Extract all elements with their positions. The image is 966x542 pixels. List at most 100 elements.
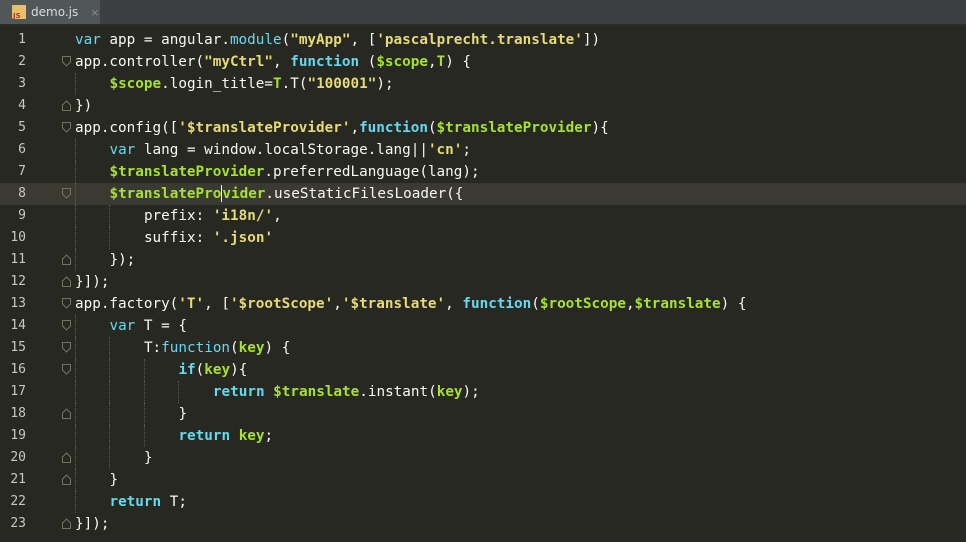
code-line[interactable]: 17 return $translate.instant(key); xyxy=(0,381,966,403)
fold-open-icon[interactable] xyxy=(62,342,71,353)
fold-open-icon[interactable] xyxy=(62,298,71,309)
indent-guide xyxy=(75,337,76,359)
code-line[interactable]: 5 app.config(['$translateProvider',functi… xyxy=(0,117,966,139)
code-token: ; xyxy=(264,428,274,444)
code-line[interactable]: 9 prefix: 'i18n/', xyxy=(0,205,966,227)
code-text: app.factory('T', ['$rootScope','$transla… xyxy=(75,293,746,315)
code-token: , xyxy=(273,208,282,224)
code-line[interactable]: 18} xyxy=(0,403,966,425)
line-number: 10 xyxy=(10,230,26,245)
code-token: return xyxy=(212,384,265,400)
fold-close-icon[interactable] xyxy=(62,518,71,529)
line-number: 18 xyxy=(10,406,26,421)
code-token: , [ xyxy=(350,32,377,48)
code-line[interactable]: 23}]); xyxy=(0,513,966,535)
code-token: function xyxy=(290,54,360,70)
code-token: $scope xyxy=(376,54,428,70)
fold-close-icon[interactable] xyxy=(62,408,71,419)
code-line[interactable]: 22 return T; xyxy=(0,491,966,513)
code-token: ) { xyxy=(264,340,291,356)
code-token: .preferredLanguage(lang); xyxy=(264,164,480,180)
code-line[interactable]: 7 $translateProvider.preferredLanguage(la… xyxy=(0,161,966,183)
code-line[interactable]: 6 var lang = window.localStorage.lang||'c… xyxy=(0,139,966,161)
code-token: '.json' xyxy=(212,230,274,246)
fold-close-icon[interactable] xyxy=(62,276,71,287)
code-token: .useStaticFilesLoader({ xyxy=(265,186,464,202)
code-text: var lang = window.localStorage.lang||'cn… xyxy=(109,139,471,161)
line-number: 6 xyxy=(18,142,26,157)
fold-close-icon[interactable] xyxy=(62,474,71,485)
code-line[interactable]: 3 $scope.login_title=T.T("100001"); xyxy=(0,73,966,95)
code-line[interactable]: 12}]); xyxy=(0,271,966,293)
fold-close-icon[interactable] xyxy=(62,452,71,463)
indent-guide xyxy=(109,381,111,403)
code-line[interactable]: 2 app.controller("myCtrl", function ($sco… xyxy=(0,51,966,73)
code-token: }); xyxy=(109,252,136,268)
tab-demo-js[interactable]: demo.js × xyxy=(0,0,100,24)
line-number: 11 xyxy=(10,252,26,267)
code-token: .T( xyxy=(281,76,308,92)
fold-open-icon[interactable] xyxy=(62,320,71,331)
fold-close-icon[interactable] xyxy=(62,100,71,111)
code-line[interactable]: 19 return key; xyxy=(0,425,966,447)
code-text: } xyxy=(109,469,118,491)
fold-open-icon[interactable] xyxy=(62,56,71,67)
code-line[interactable]: 4}) xyxy=(0,95,966,117)
code-token: , xyxy=(333,296,342,312)
code-token: ); xyxy=(376,76,394,92)
code-token: app.config([ xyxy=(75,120,179,136)
code-text: }) xyxy=(75,95,92,117)
code-text: T:function(key) { xyxy=(144,337,290,359)
fold-close-icon[interactable] xyxy=(62,254,71,265)
line-number: 5 xyxy=(18,120,26,135)
code-token: } xyxy=(109,472,119,488)
code-token: $translatePro xyxy=(109,186,222,202)
code-line[interactable]: 20} xyxy=(0,447,966,469)
code-token: var xyxy=(109,318,136,334)
code-token: return xyxy=(109,494,162,510)
code-token: T; xyxy=(161,494,187,510)
close-icon[interactable]: × xyxy=(90,6,99,19)
code-text: var app = angular.module("myApp", ['pasc… xyxy=(75,29,600,51)
code-line[interactable]: 15 T:function(key) { xyxy=(0,337,966,359)
fold-open-icon[interactable] xyxy=(62,122,71,133)
indent-guide xyxy=(178,381,180,403)
indent-guide xyxy=(75,403,76,425)
tab-filename: demo.js xyxy=(31,5,79,19)
code-line[interactable]: 21} xyxy=(0,469,966,491)
line-number: 17 xyxy=(10,384,26,399)
code-token: var xyxy=(75,32,101,48)
code-token: ( xyxy=(359,54,377,70)
line-number: 4 xyxy=(18,98,26,113)
fold-open-icon[interactable] xyxy=(62,364,71,375)
code-line[interactable]: 10 suffix: '.json' xyxy=(0,227,966,249)
code-token: vider xyxy=(222,186,266,202)
indent-guide xyxy=(109,205,111,227)
code-line[interactable]: 16 if(key){ xyxy=(0,359,966,381)
line-number: 8 xyxy=(18,186,26,201)
code-line[interactable]: 11}); xyxy=(0,249,966,271)
code-line[interactable]: 14 var T = { xyxy=(0,315,966,337)
code-line[interactable]: 13 app.factory('T', ['$rootScope','$trans… xyxy=(0,293,966,315)
code-line[interactable]: 8 $translateProvider.useStaticFilesLoader… xyxy=(0,183,966,205)
code-token: 'T' xyxy=(178,296,205,312)
line-number: 20 xyxy=(10,450,26,465)
code-token: prefix: xyxy=(143,208,213,224)
code-editor[interactable]: 1 var app = angular.module("myApp", ['pas… xyxy=(0,25,966,542)
code-token: , [ xyxy=(204,296,230,312)
code-token: if xyxy=(178,362,196,378)
code-line[interactable]: 1 var app = angular.module("myApp", ['pas… xyxy=(0,29,966,51)
code-token: module xyxy=(229,32,282,48)
code-token: ){ xyxy=(230,362,248,378)
code-token: ; xyxy=(462,142,471,158)
code-text: } xyxy=(144,447,153,469)
indent-guide xyxy=(109,359,111,381)
tab-bar: demo.js × xyxy=(0,0,966,25)
code-token: ) { xyxy=(720,296,747,312)
code-text: }]); xyxy=(75,513,109,535)
indent-guide xyxy=(109,227,111,249)
code-text: } xyxy=(178,403,187,425)
indent-guide xyxy=(143,381,145,403)
fold-open-icon[interactable] xyxy=(62,188,71,199)
